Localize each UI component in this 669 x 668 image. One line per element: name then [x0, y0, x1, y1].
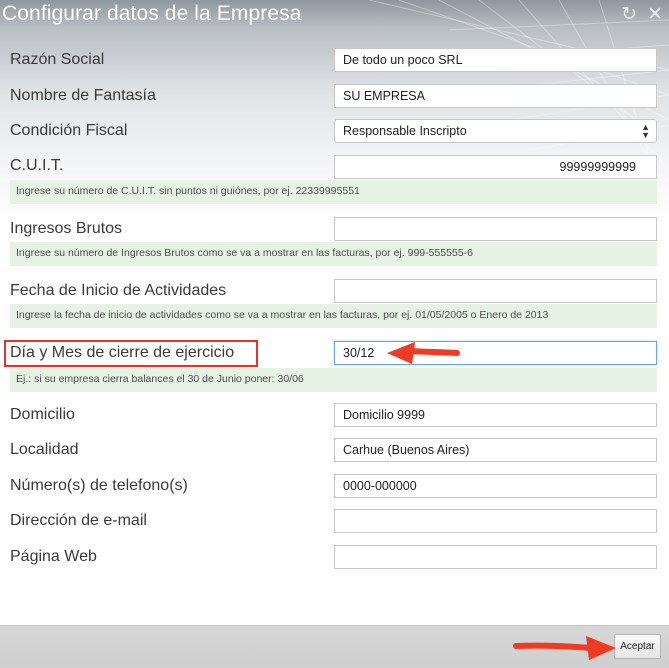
ingresos-brutos-input[interactable] — [334, 217, 657, 241]
fecha-inicio-label: Fecha de Inicio de Actividades — [10, 282, 227, 299]
ingresos-brutos-label: Ingresos Brutos — [10, 220, 123, 237]
localidad-input[interactable]: Carhue (Buenos Aires) — [334, 438, 657, 462]
web-label: Página Web — [10, 548, 97, 565]
fecha-inicio-input[interactable] — [334, 279, 657, 303]
cierre-ejercicio-highlight — [4, 340, 258, 367]
telefono-label: Número(s) de telefono(s) — [10, 477, 188, 494]
email-label: Dirección de e-mail — [10, 512, 147, 529]
refresh-icon[interactable]: ↻ — [621, 5, 637, 25]
telefono-input[interactable]: 0000-000000 — [334, 474, 657, 498]
close-icon[interactable]: ✕ — [647, 5, 663, 25]
nombre-fantasia-input[interactable]: SU EMPRESA — [334, 84, 657, 108]
domicilio-label: Domicilio — [10, 406, 75, 423]
condicion-fiscal-value: Responsable Inscripto — [343, 124, 467, 138]
accept-button[interactable]: Aceptar — [614, 634, 661, 659]
domicilio-input[interactable]: Domicilio 9999 — [334, 403, 657, 427]
ingresos-brutos-hint: Ingrese su número de Ingresos Brutos com… — [10, 242, 657, 266]
cierre-ejercicio-input[interactable]: 30/12 — [334, 341, 657, 365]
cuit-input[interactable]: 99999999999 — [334, 155, 657, 179]
condicion-fiscal-select[interactable]: Responsable Inscripto ▲ ▼ — [334, 119, 657, 143]
cuit-label: C.U.I.T. — [10, 157, 64, 174]
arrow-to-accept-icon — [513, 636, 616, 660]
razon-social-input[interactable]: De todo un poco SRL — [334, 48, 657, 72]
web-input[interactable] — [334, 545, 657, 569]
cuit-hint: Ingrese su número de C.U.I.T. sin puntos… — [10, 180, 657, 204]
razon-social-label: Razón Social — [10, 51, 105, 68]
fecha-inicio-hint: Ingrese la fecha de inicio de actividade… — [10, 304, 657, 328]
localidad-label: Localidad — [10, 441, 79, 458]
nombre-fantasia-label: Nombre de Fantasía — [10, 87, 156, 104]
cierre-ejercicio-hint: Ej.: si su empresa cierra balances el 30… — [10, 368, 657, 392]
window-title: Configurar datos de la Empresa — [2, 2, 302, 25]
email-input[interactable] — [334, 509, 657, 533]
select-arrows-icon: ▲ ▼ — [641, 122, 650, 140]
condicion-fiscal-label: Condición Fiscal — [10, 122, 128, 139]
window-titlebar: Configurar datos de la Empresa ↻ ✕ — [0, 0, 669, 30]
arrow-to-input-icon — [387, 342, 460, 364]
